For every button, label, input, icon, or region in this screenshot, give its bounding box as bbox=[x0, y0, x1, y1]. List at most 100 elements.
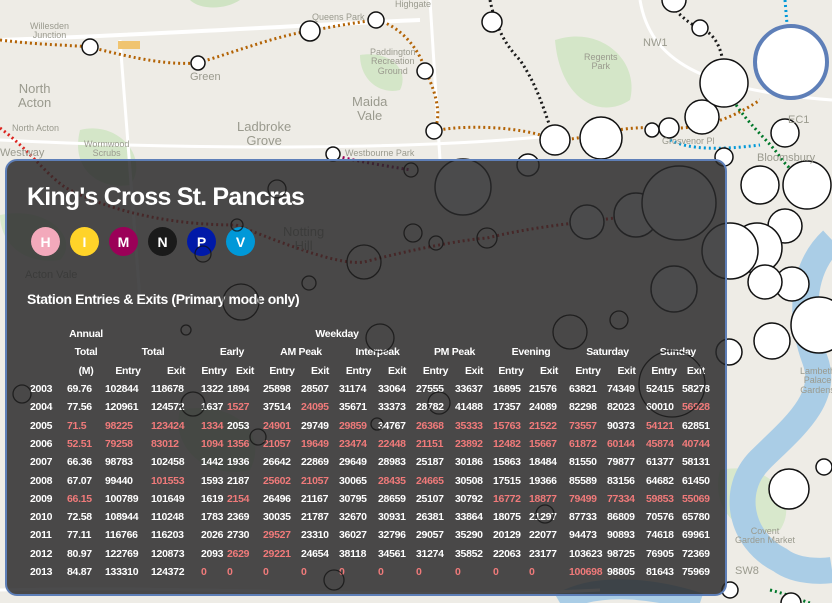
value-cell: 65780 bbox=[682, 511, 710, 524]
value-cell: 35333 bbox=[455, 419, 483, 432]
value-cell: 41488 bbox=[455, 401, 483, 414]
header-group-evening: Evening bbox=[511, 346, 551, 359]
value-cell: 81550 bbox=[569, 456, 597, 469]
place-label: Bloomsbury bbox=[757, 152, 816, 164]
value-cell: 1442 bbox=[201, 456, 224, 469]
value-cell: 21057 bbox=[301, 474, 329, 487]
value-cell: 122769 bbox=[105, 547, 139, 560]
value-cell: 24095 bbox=[301, 401, 329, 414]
value-cell: 0 bbox=[201, 566, 207, 578]
table-row: 2005 71.5 98225 123424 1334 2053 24901 29749 298… bbox=[24, 416, 710, 434]
value-cell: 118678 bbox=[151, 383, 184, 396]
value-cell: 2730 bbox=[227, 529, 250, 542]
place-label: SW8 bbox=[735, 565, 759, 577]
value-cell: 98225 bbox=[105, 419, 133, 432]
line-badge-v[interactable]: V bbox=[226, 227, 255, 256]
value-cell: 18075 bbox=[493, 511, 521, 524]
annual-total-cell: 66.36 bbox=[67, 456, 92, 469]
value-cell: 86809 bbox=[607, 511, 635, 524]
line-badge-h[interactable]: H bbox=[31, 227, 60, 256]
value-cell: 58278 bbox=[682, 383, 710, 396]
value-cell: 101553 bbox=[151, 474, 185, 487]
value-cell: 2093 bbox=[201, 547, 224, 560]
value-cell: 60144 bbox=[607, 437, 635, 450]
value-cell: 24654 bbox=[301, 547, 329, 560]
value-cell: 28782 bbox=[416, 401, 444, 414]
value-cell: 21151 bbox=[416, 437, 444, 450]
place-label: Westbourne Park bbox=[345, 148, 415, 158]
line-badge-n[interactable]: N bbox=[148, 227, 177, 256]
header-blank bbox=[24, 343, 67, 361]
header-row-1: Annual Weekday bbox=[24, 325, 710, 343]
value-cell: 24901 bbox=[263, 419, 291, 432]
station-info-panel: King's Cross St. Pancras HIMNPV Station … bbox=[5, 159, 727, 596]
value-cell: 29527 bbox=[263, 529, 291, 542]
value-cell: 19649 bbox=[301, 437, 329, 450]
value-cell: 22448 bbox=[378, 437, 406, 450]
value-cell: 23310 bbox=[301, 529, 329, 542]
place-label: Highgate bbox=[395, 0, 432, 9]
value-cell: 102458 bbox=[151, 456, 185, 469]
header-row-2: Total Total Early AM Peak Interpeak PM Peak Ev… bbox=[24, 343, 710, 361]
value-cell: 1527 bbox=[227, 401, 250, 414]
value-cell: 26368 bbox=[416, 419, 444, 432]
value-cell: 30792 bbox=[455, 492, 483, 505]
table-row: 2004 77.56 120961 124572 1637 1527 37514 24095 3… bbox=[24, 398, 710, 416]
header-weekday: Weekday bbox=[315, 328, 359, 341]
value-cell: 29649 bbox=[339, 456, 367, 469]
value-cell: 100698 bbox=[569, 566, 603, 578]
value-cell: 45874 bbox=[646, 437, 674, 450]
line-badge-m[interactable]: M bbox=[109, 227, 138, 256]
value-cell: 0 bbox=[416, 566, 422, 578]
table-row: 2006 52.51 79258 83012 1094 1356 21057 19649 234… bbox=[24, 435, 710, 453]
value-cell: 30508 bbox=[455, 474, 483, 487]
annual-total-cell: 66.15 bbox=[67, 492, 92, 505]
line-badge-i[interactable]: I bbox=[70, 227, 99, 256]
place-label: Grosvenor Pl bbox=[662, 136, 715, 146]
value-cell: 124572 bbox=[151, 401, 185, 414]
header-blank bbox=[24, 325, 67, 343]
place-label: North Acton bbox=[18, 81, 52, 110]
value-cell: 62851 bbox=[682, 419, 710, 432]
value-cell: 33064 bbox=[378, 383, 406, 396]
value-cell: 83012 bbox=[151, 437, 179, 450]
value-cell: 120961 bbox=[105, 401, 139, 414]
value-cell: 28507 bbox=[301, 383, 329, 396]
value-cell: 29859 bbox=[339, 419, 367, 432]
value-cell: 85589 bbox=[569, 474, 597, 487]
header-exit: Exit bbox=[387, 364, 407, 377]
value-cell: 30795 bbox=[339, 492, 367, 505]
value-cell: 52415 bbox=[646, 383, 674, 396]
value-cell: 82298 bbox=[569, 401, 597, 414]
table-row: 2012 80.97 122769 120873 2093 2629 29221 24654 3… bbox=[24, 545, 710, 563]
year-cell: 2004 bbox=[30, 401, 53, 414]
table-row: 2011 77.11 116766 116203 2026 2730 29527 23310 3… bbox=[24, 526, 710, 544]
value-cell: 74618 bbox=[646, 529, 674, 542]
value-cell: 31274 bbox=[416, 547, 444, 560]
year-cell: 2012 bbox=[30, 547, 53, 560]
value-cell: 116203 bbox=[151, 529, 184, 542]
header-exit: Exit bbox=[166, 364, 186, 377]
value-cell: 72369 bbox=[682, 547, 710, 560]
station-name: King's Cross St. Pancras bbox=[27, 183, 305, 211]
value-cell: 15763 bbox=[493, 419, 521, 432]
value-cell: 58131 bbox=[682, 456, 710, 469]
value-cell: 20129 bbox=[493, 529, 521, 542]
value-cell: 116766 bbox=[105, 529, 138, 542]
annual-total-cell: 80.97 bbox=[67, 547, 92, 560]
place-label: Green bbox=[190, 71, 221, 83]
value-cell: 28659 bbox=[378, 492, 406, 505]
header-entry: Entry bbox=[651, 364, 677, 377]
place-label: Regents Park bbox=[584, 52, 618, 72]
table-body: 2003 69.76 102844 118678 1322 1894 25898 28507 3… bbox=[24, 380, 710, 581]
value-cell: 124372 bbox=[151, 566, 185, 578]
value-cell: 22869 bbox=[301, 456, 329, 469]
header-weekend-blank bbox=[569, 325, 710, 343]
value-cell: 35671 bbox=[339, 401, 367, 414]
table-header: Annual Weekday Total Total Early AM Peak Int… bbox=[24, 325, 710, 380]
place-label: Paddington Recreation Ground bbox=[370, 47, 416, 76]
line-badge-p[interactable]: P bbox=[187, 227, 216, 256]
header-entry: Entry bbox=[498, 364, 524, 377]
value-cell: 12482 bbox=[493, 437, 521, 450]
value-cell: 108944 bbox=[105, 511, 139, 524]
